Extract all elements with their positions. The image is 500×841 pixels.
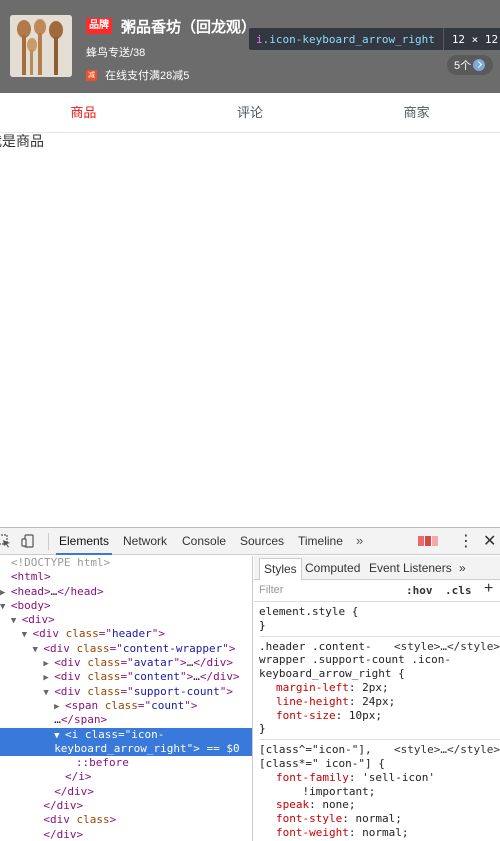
dom-node-line[interactable]: ::before: [0, 756, 252, 770]
shop-name: 粥品香坊（回龙观）: [121, 18, 257, 36]
inspect-element-icon[interactable]: [0, 534, 11, 548]
shop-avatar: [10, 15, 72, 77]
tab-elements[interactable]: Elements: [56, 528, 112, 555]
dom-node-line[interactable]: ▼ <body>: [0, 599, 252, 613]
dom-node-line[interactable]: ▼ <div class="content-wrapper">: [0, 642, 252, 656]
dom-node-line[interactable]: <!DOCTYPE html>: [0, 556, 252, 570]
filter-placeholder: Filter: [259, 584, 284, 596]
css-selector: element.style {: [259, 605, 359, 618]
tab-ratings[interactable]: 评论: [167, 93, 334, 132]
dom-node-line[interactable]: ▶ <span class="count">: [0, 699, 252, 713]
dom-node-line[interactable]: <div class>: [0, 813, 252, 827]
dom-node-line[interactable]: …</span>: [0, 713, 252, 727]
css-source-link[interactable]: <style>…</style>: [394, 743, 500, 757]
error-badge-icon[interactable]: [418, 536, 438, 546]
subtab-computed[interactable]: Computed: [305, 556, 360, 580]
styles-pane: Styles Computed Event Listeners » Filter…: [254, 556, 500, 841]
tooltip-class: .icon-keyboard_arrow_right: [262, 32, 435, 46]
css-property[interactable]: line-height: 24px;: [259, 695, 500, 709]
tab-sources[interactable]: Sources: [240, 528, 284, 555]
css-rule-close: }: [259, 618, 266, 632]
support-row: 减 在线支付满28减5: [86, 68, 500, 82]
dom-node-line[interactable]: </div>: [0, 828, 252, 841]
css-rule: .header .content- wrapper .support-count…: [259, 637, 500, 741]
tab-seller[interactable]: 商家: [333, 93, 500, 132]
keyboard-arrow-right-icon[interactable]: [473, 59, 486, 71]
css-property[interactable]: font-weight: normal;: [259, 826, 500, 840]
tab-goods[interactable]: 商品: [0, 93, 167, 132]
subtab-event-listeners[interactable]: Event Listeners: [369, 556, 452, 580]
tab-timeline[interactable]: Timeline: [298, 528, 343, 555]
styles-subtabs: Styles Computed Event Listeners »: [254, 556, 500, 580]
goods-content: 我是商品: [0, 131, 56, 151]
subtab-styles[interactable]: Styles: [259, 558, 302, 580]
dom-node-line[interactable]: ▼ <div>: [0, 613, 252, 627]
support-count-button[interactable]: 5个: [447, 55, 493, 75]
goods-text: 我是商品: [0, 133, 44, 149]
dom-node-line[interactable]: </div>: [0, 785, 252, 799]
styles-filter[interactable]: Filter :hov .cls +: [254, 580, 500, 602]
dom-node-line[interactable]: ▶ <div class="avatar">…</div>: [0, 656, 252, 670]
discount-icon: 减: [86, 69, 97, 81]
hov-toggle[interactable]: :hov: [406, 584, 433, 597]
css-rule: [class^="icon-"], [class*=" icon-"] {<st…: [259, 740, 500, 841]
dom-node-line[interactable]: ▶ <div class="content">…</div>: [0, 670, 252, 684]
css-rule-close: }: [259, 722, 266, 736]
dom-node-line[interactable]: ▼ <i class="icon-: [0, 727, 252, 742]
css-property[interactable]: margin-left: 2px;: [259, 681, 500, 695]
elements-tree: <!DOCTYPE html> <html> ▶ <head>…</head> ▼ …: [0, 556, 253, 841]
tooltip-dimensions: 12 × 12: [451, 32, 499, 46]
css-rule: element.style {}: [259, 602, 500, 637]
dom-node-line[interactable]: ▶ <head>…</head>: [0, 585, 252, 599]
tab-bar: 商品 评论 商家: [0, 93, 500, 133]
more-tabs-button[interactable]: »: [356, 528, 363, 554]
wooden-spoons-image: [10, 15, 72, 77]
new-rule-button[interactable]: +: [484, 580, 493, 598]
dom-node-line[interactable]: keyboard_arrow_right"> == $0: [0, 741, 252, 757]
devtools-toolbar: Elements Network Console Sources Timelin…: [0, 528, 500, 555]
dom-node-line[interactable]: </i>: [0, 770, 252, 784]
device-toolbar-icon[interactable]: [21, 534, 35, 548]
close-devtools-icon[interactable]: ✕: [483, 528, 496, 555]
css-property[interactable]: font-size: 10px;: [259, 709, 500, 723]
css-source-link[interactable]: <style>…</style>: [394, 640, 500, 654]
devtools-menu-icon[interactable]: ⋮: [458, 528, 474, 555]
subtab-more[interactable]: »: [459, 556, 466, 580]
css-property[interactable]: font-family: 'sell-icon' !important;: [259, 771, 500, 799]
brand-badge: 品牌: [86, 18, 112, 34]
devtools-panel: Elements Network Console Sources Timelin…: [0, 527, 500, 841]
tab-console[interactable]: Console: [182, 528, 226, 555]
css-property[interactable]: font-style: normal;: [259, 812, 500, 826]
inspector-tooltip: i .icon-keyboard_arrow_right 12 × 12: [249, 28, 500, 50]
support-count-label: 5个: [454, 60, 472, 72]
tooltip-tag: i: [256, 32, 263, 46]
support-text: 在线支付满28减5: [105, 70, 190, 82]
style-rules: element.style {} .header .content- wrappe…: [254, 602, 500, 841]
dom-node-line[interactable]: ▼ <div class="support-count">: [0, 685, 252, 699]
tab-network[interactable]: Network: [123, 528, 167, 555]
dom-node-line[interactable]: ▼ <div class="header">: [0, 627, 252, 641]
css-property[interactable]: speak: none;: [259, 798, 500, 812]
dom-node-line[interactable]: <html>: [0, 570, 252, 584]
dom-node-line[interactable]: </div>: [0, 799, 252, 813]
cls-toggle[interactable]: .cls: [445, 584, 472, 597]
